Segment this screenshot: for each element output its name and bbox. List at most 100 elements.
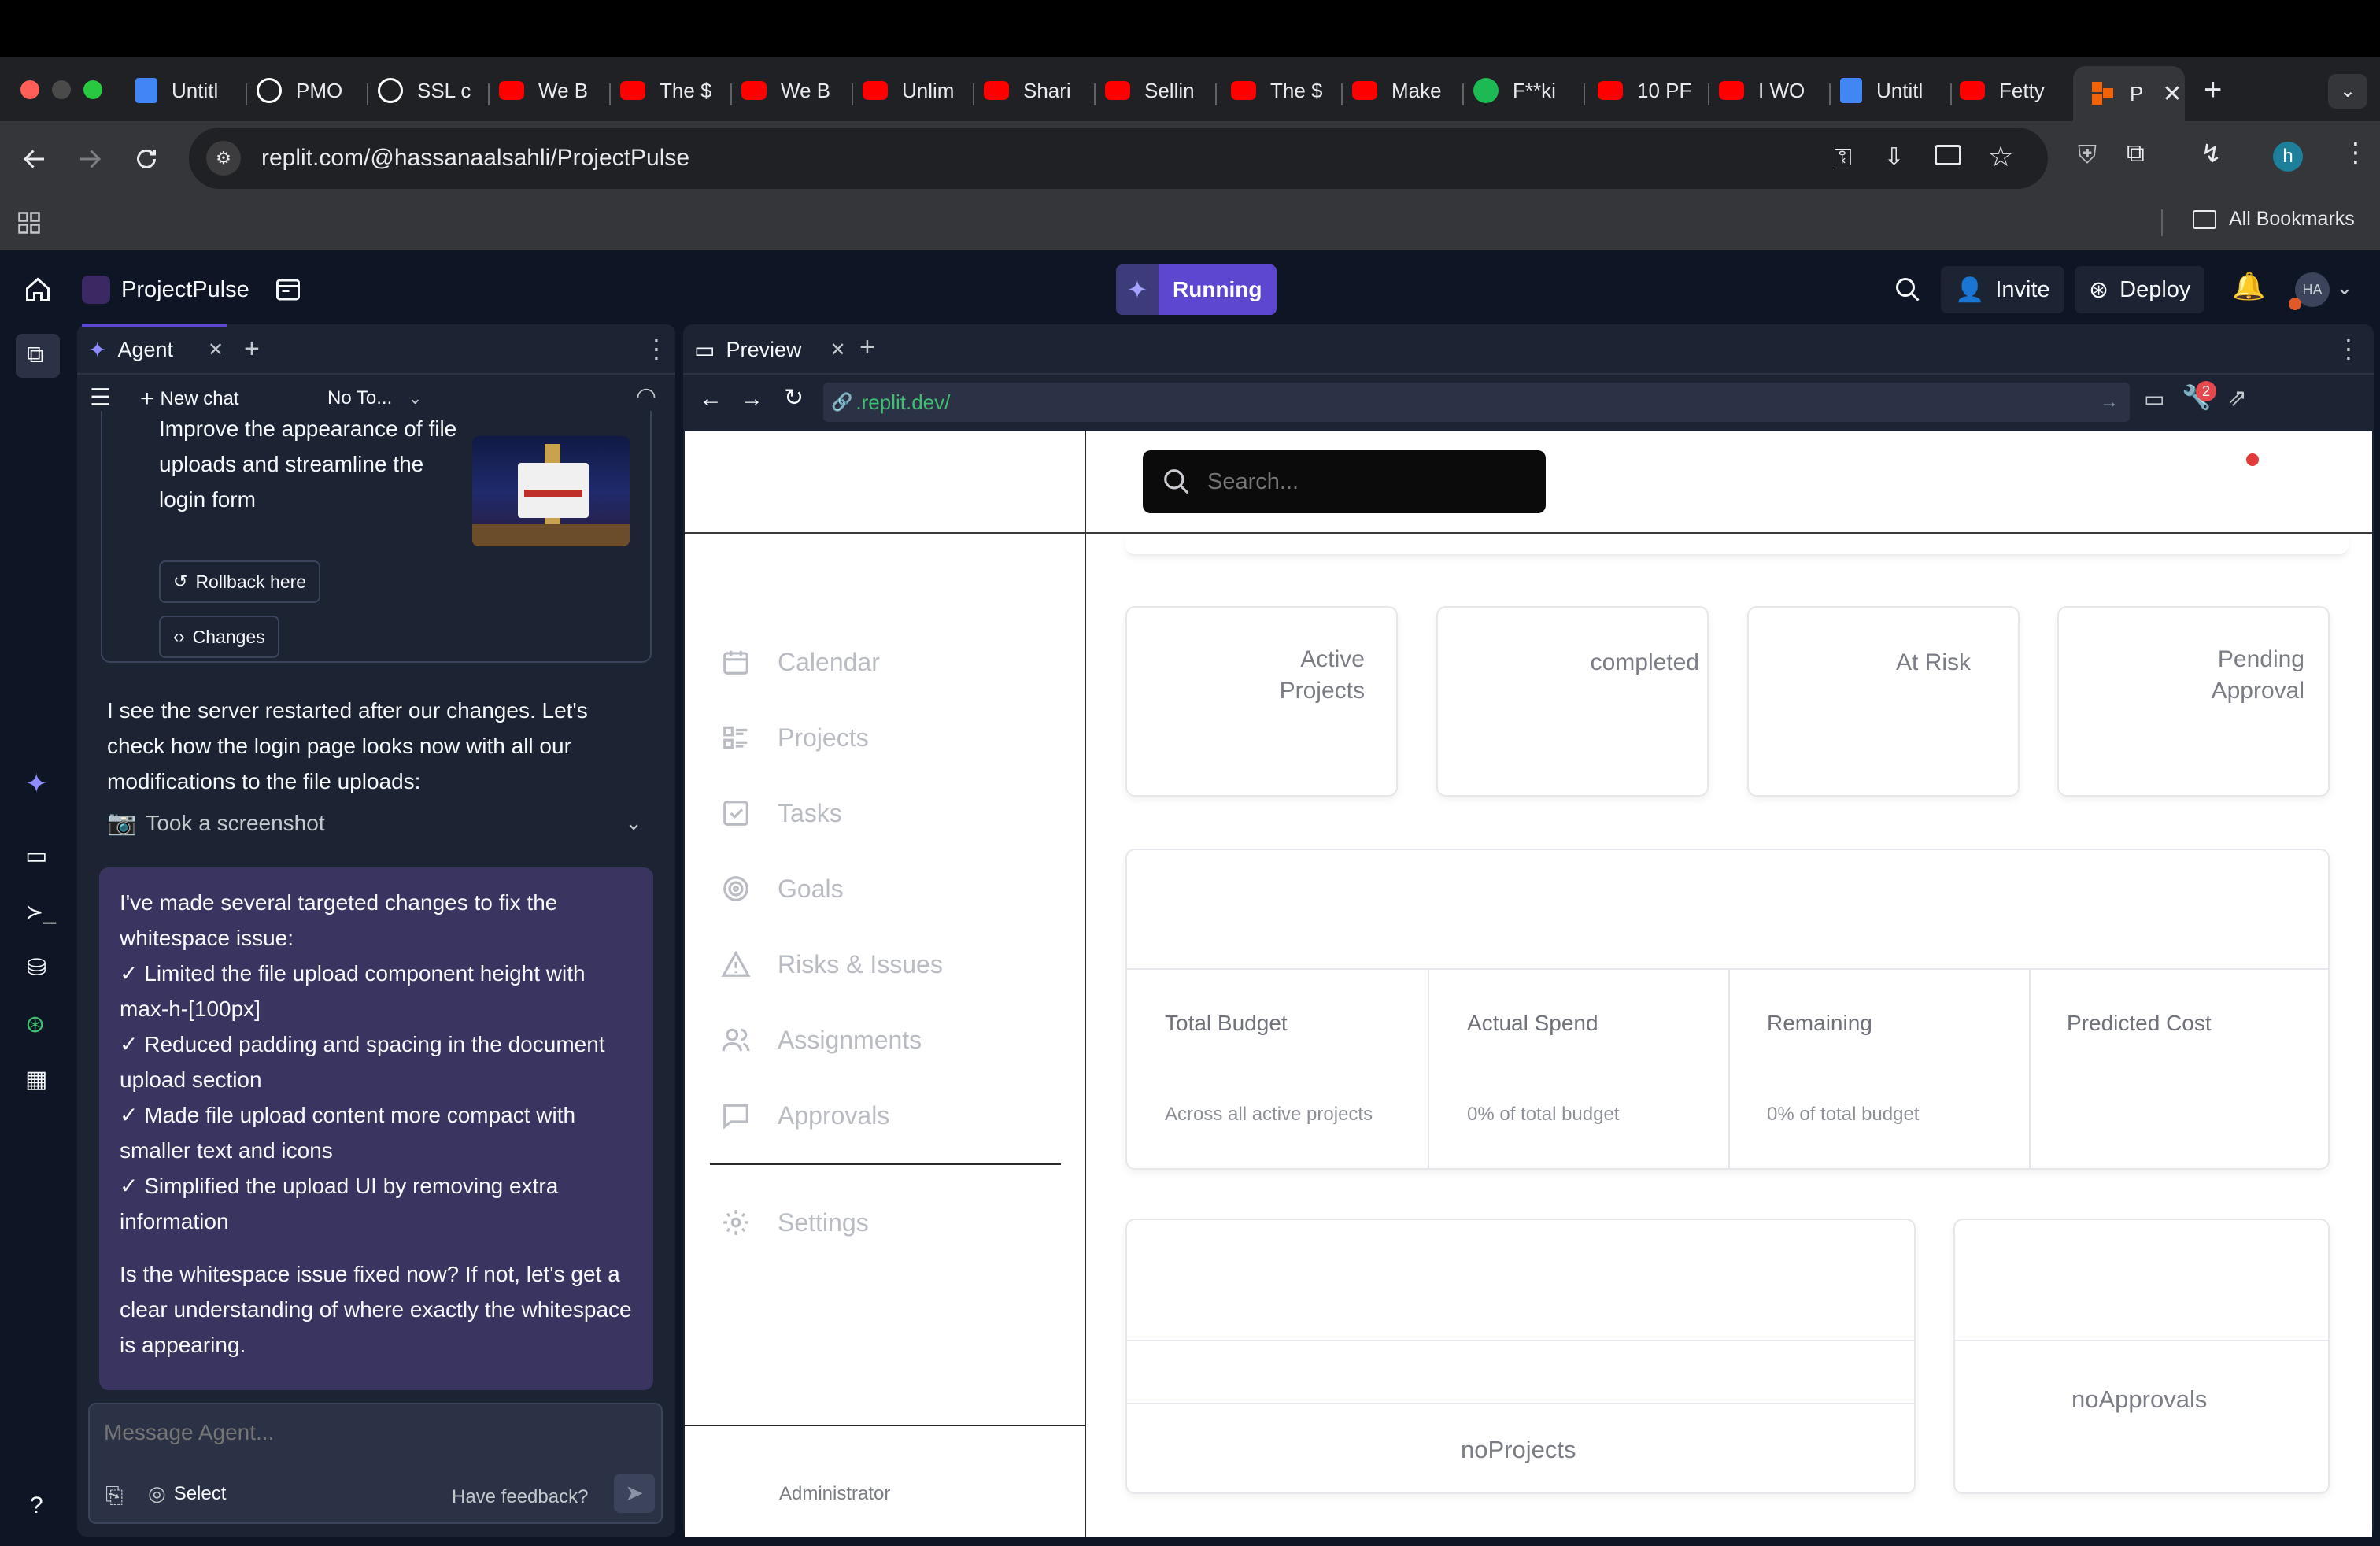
browser-tab[interactable]: Untitl — [135, 71, 238, 110]
nav-projects[interactable]: Projects — [721, 723, 869, 753]
database-tool-icon[interactable]: ⛁ — [27, 954, 46, 982]
preview-back-icon[interactable]: ← — [699, 386, 722, 412]
browser-tab[interactable]: The $ — [1231, 71, 1333, 110]
new-tab-plus-icon[interactable]: + — [859, 332, 875, 363]
browser-tab[interactable]: Fetty — [1960, 71, 2062, 110]
browser-tab[interactable]: Make — [1352, 71, 1454, 110]
apps-grid-icon[interactable] — [17, 211, 41, 235]
password-key-icon[interactable]: ⚿ — [1834, 145, 1852, 172]
preview-url-text[interactable]: .replit.dev/ — [856, 390, 950, 415]
browser-tab[interactable]: We B — [741, 71, 844, 110]
shell-tool-icon[interactable]: ≻_ — [25, 899, 56, 925]
browser-tab[interactable]: Shari — [984, 71, 1086, 110]
bell-icon[interactable]: 🔔 — [2232, 271, 2265, 302]
profile-avatar[interactable]: h — [2273, 142, 2303, 172]
rollback-button[interactable]: ↺ Rollback here — [159, 560, 321, 603]
plus-icon: + — [140, 386, 154, 412]
took-screenshot-row[interactable]: 📷 Took a screenshot ⌄ — [107, 809, 642, 837]
site-info-icon[interactable]: ⚙ — [206, 141, 241, 176]
forward-arrow-icon[interactable] — [76, 145, 104, 173]
shield-extension-icon[interactable]: ⛨ — [2078, 140, 2097, 170]
reload-icon[interactable] — [132, 145, 161, 173]
close-tab-icon[interactable]: ✕ — [2162, 80, 2182, 108]
usage-gauge-icon[interactable]: ◠ — [636, 383, 656, 410]
browser-tab[interactable]: We B — [499, 71, 601, 110]
nav-calendar[interactable]: Calendar — [721, 647, 880, 677]
agent-menu-icon[interactable]: ⋮ — [644, 334, 669, 364]
performance-icon[interactable]: ↯ — [2201, 139, 2222, 168]
browser-tab-active[interactable]: P ✕ — [2073, 66, 2185, 121]
browser-tab[interactable]: PMO — [257, 71, 359, 110]
preview-menu-icon[interactable]: ⋮ — [2336, 334, 2361, 364]
preview-reload-icon[interactable]: ↻ — [784, 384, 804, 412]
send-button[interactable]: ➤ — [614, 1474, 655, 1513]
notification-dot[interactable] — [2246, 453, 2259, 466]
browser-tab[interactable]: I WO — [1719, 71, 1821, 110]
all-bookmarks-folder[interactable]: All Bookmarks — [2193, 208, 2355, 231]
changes-button[interactable]: ‹› Changes — [159, 616, 279, 658]
nav-assignments[interactable]: Assignments — [721, 1025, 922, 1055]
browser-tab[interactable]: SSL c — [378, 71, 480, 110]
new-chat-button[interactable]: + New chat — [140, 386, 239, 412]
go-arrow-icon[interactable]: → — [2100, 391, 2119, 413]
bookmark-star-icon[interactable]: ☆ — [1988, 140, 2013, 173]
browser-menu-icon[interactable]: ⋮ — [2342, 137, 2369, 168]
search-icon[interactable] — [1894, 276, 1922, 304]
checkpoint-thumbnail[interactable] — [472, 436, 630, 546]
tab-preview[interactable]: ▭ Preview ✕ — [694, 337, 846, 363]
address-bar[interactable]: ⚙ replit.com/@hassanaalsahli/ProjectPuls… — [189, 128, 2048, 189]
agent-tool-icon[interactable]: ✦ — [25, 768, 48, 800]
nav-goals[interactable]: Goals — [721, 874, 844, 904]
maximize-window-button[interactable] — [83, 80, 102, 99]
close-window-button[interactable] — [20, 80, 39, 99]
browser-tab[interactable]: 10 PF — [1598, 71, 1700, 110]
attach-paperclip-icon[interactable]: ⎘ — [105, 1483, 123, 1509]
open-new-tab-icon[interactable]: ⇗ — [2227, 384, 2247, 412]
browser-tab[interactable]: Untitl — [1840, 71, 1942, 110]
new-tab-button[interactable]: + — [2204, 72, 2222, 108]
minimize-window-button[interactable] — [52, 80, 71, 99]
preview-tool-icon[interactable]: ▭ — [25, 842, 47, 870]
browser-tab[interactable]: The $ — [620, 71, 722, 110]
close-agent-tab-icon[interactable]: ✕ — [208, 338, 224, 361]
help-icon[interactable]: ? — [30, 1492, 43, 1519]
chat-history-icon[interactable]: ☰ — [90, 384, 111, 412]
install-app-icon[interactable]: ⇩ — [1884, 143, 1904, 171]
close-preview-tab-icon[interactable]: ✕ — [830, 338, 846, 361]
home-icon[interactable] — [24, 276, 52, 304]
select-element-button[interactable]: ◎ Select — [148, 1481, 226, 1506]
nav-tasks[interactable]: Tasks — [721, 798, 842, 828]
project-name[interactable]: ProjectPulse — [121, 277, 249, 303]
back-arrow-icon[interactable] — [20, 145, 49, 173]
error-count-badge[interactable]: 2 — [2196, 381, 2216, 401]
project-details-icon[interactable] — [274, 276, 302, 304]
browser-tab[interactable]: Unlim — [863, 71, 965, 110]
deploy-tool-icon[interactable]: ⊛ — [25, 1011, 45, 1038]
model-select[interactable]: No To... ⌄ — [327, 387, 423, 409]
tab-agent[interactable]: ✦ Agent ✕ — [82, 324, 227, 373]
tab-search-button[interactable]: ⌄ — [2328, 74, 2367, 109]
all-tools-icon[interactable]: ▦ — [25, 1066, 47, 1093]
run-status-button[interactable]: ✦ Running — [1116, 264, 1277, 315]
card-icon[interactable] — [1935, 145, 1961, 165]
invite-button[interactable]: 👤 Invite — [1941, 266, 2064, 313]
message-agent-input[interactable] — [104, 1415, 647, 1450]
deploy-button[interactable]: ⊛ Deploy — [2075, 266, 2205, 313]
device-icon[interactable]: ▭ — [2144, 386, 2164, 412]
browser-tab[interactable]: Sellin — [1105, 71, 1207, 110]
url-text[interactable]: replit.com/@hassanaalsahli/ProjectPulse — [261, 145, 689, 172]
new-tab-plus-icon[interactable]: + — [244, 334, 260, 364]
site-search-box[interactable] — [1143, 450, 1546, 513]
puzzle-extensions-icon[interactable]: ⧉ — [2127, 139, 2145, 168]
browser-tab[interactable]: F**ki — [1473, 71, 1576, 110]
nav-approvals[interactable]: Approvals — [721, 1100, 889, 1130]
preview-forward-icon[interactable]: → — [740, 386, 763, 412]
site-search-input[interactable] — [1207, 468, 1522, 495]
tab-separator — [1708, 83, 1709, 105]
nav-risks-issues[interactable]: Risks & Issues — [721, 949, 943, 979]
budget-sub-actual: 0% of total budget — [1467, 1104, 1620, 1125]
account-chevron-icon[interactable]: ⌄ — [2336, 276, 2353, 300]
feedback-link[interactable]: Have feedback? — [452, 1486, 588, 1508]
nav-settings[interactable]: Settings — [721, 1208, 869, 1237]
preview-url-bar[interactable]: 🔗 .replit.dev/ → — [823, 383, 2130, 422]
